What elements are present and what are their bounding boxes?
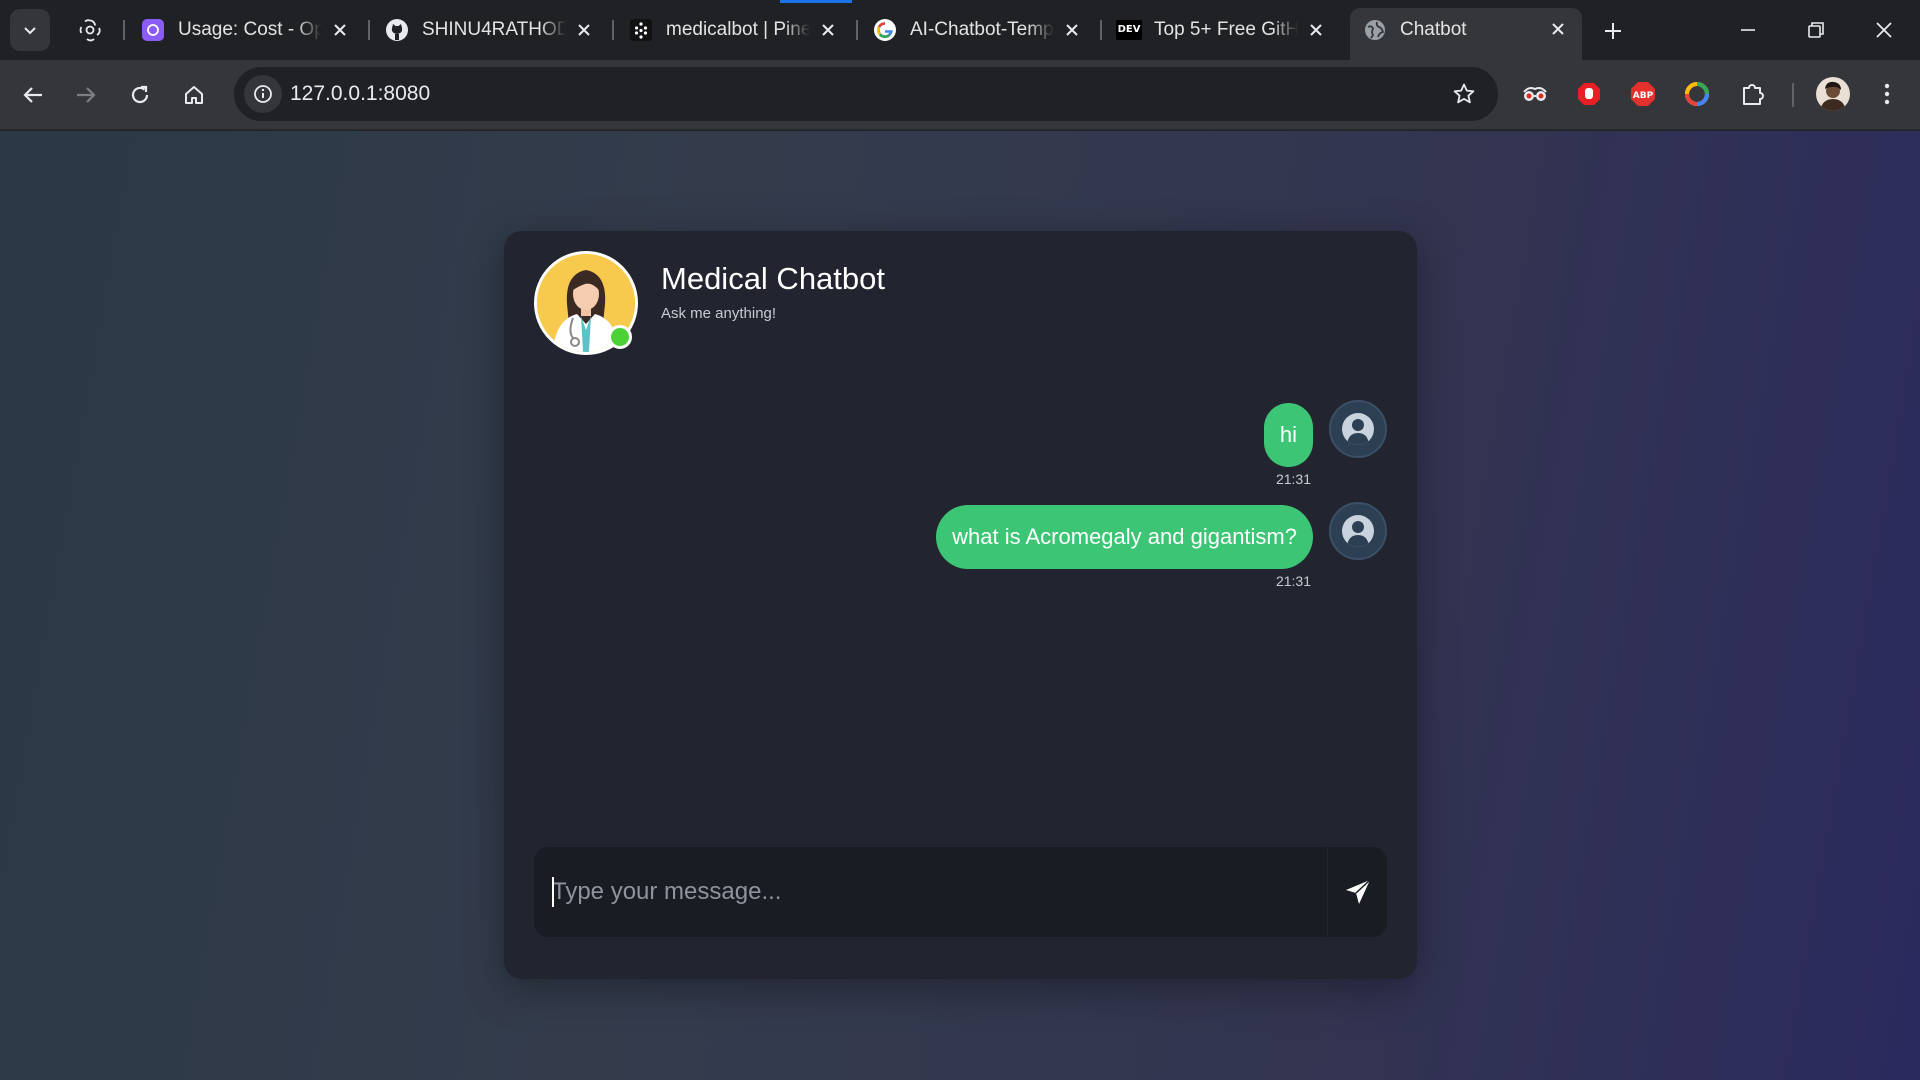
color-ring-extension-icon[interactable] — [1680, 77, 1714, 111]
restore-button[interactable] — [1788, 8, 1844, 52]
close-window-button[interactable] — [1856, 8, 1912, 52]
openai-icon — [142, 19, 164, 41]
minimize-icon — [1741, 29, 1755, 31]
send-button[interactable] — [1327, 847, 1387, 937]
home-icon — [185, 86, 203, 104]
tab-strip: Usage: Cost - OpenAI SHINU4RATHOD/ medic… — [0, 0, 1920, 60]
bot-avatar — [534, 251, 638, 355]
site-info-button[interactable] — [244, 75, 282, 113]
tab-separator — [856, 20, 858, 40]
chevron-down-icon — [24, 27, 36, 35]
minimize-button[interactable] — [1720, 8, 1776, 52]
plus-icon — [1605, 23, 1621, 39]
close-icon[interactable] — [574, 20, 594, 40]
close-icon[interactable] — [1306, 20, 1326, 40]
google-icon — [874, 19, 896, 41]
tab-separator — [1100, 20, 1102, 40]
page-viewport: Medical Chatbot Ask me anything! hi 21:3… — [0, 131, 1920, 1080]
message-bubble: what is Acromegaly and gigantism? — [936, 505, 1313, 569]
user-icon — [1347, 419, 1369, 445]
github-icon — [386, 19, 408, 41]
tab-ai-chatbot-template[interactable]: AI-Chatbot-Template — [860, 10, 1096, 50]
tab-dev-to[interactable]: DEV Top 5+ Free GitHub — [1104, 10, 1340, 50]
globe-icon — [1364, 19, 1386, 41]
message-timestamp: 21:31 — [1275, 471, 1311, 487]
tab-loading-indicator — [780, 0, 852, 3]
user-icon — [1347, 521, 1369, 547]
send-icon — [1345, 879, 1371, 904]
glasses-extension-icon[interactable] — [1518, 77, 1552, 111]
star-icon — [1453, 83, 1475, 104]
pinned-tab-chatgpt[interactable] — [68, 12, 112, 48]
openai-icon — [79, 19, 101, 42]
new-tab-button[interactable] — [1596, 14, 1630, 48]
chat-title: Medical Chatbot — [661, 261, 886, 296]
user-message: what is Acromegaly and gigantism? — [936, 502, 1387, 569]
message-composer — [534, 847, 1387, 937]
bookmark-button[interactable] — [1450, 80, 1478, 108]
user-message: hi — [1263, 400, 1387, 467]
browser-toolbar: 127.0.0.1:8080 ABP — [0, 60, 1920, 130]
tab-separator — [612, 20, 614, 40]
close-icon[interactable] — [818, 20, 838, 40]
chat-subtitle: Ask me anything! — [661, 305, 777, 322]
chat-window: Medical Chatbot Ask me anything! hi 21:3… — [504, 231, 1417, 979]
address-bar[interactable]: 127.0.0.1:8080 — [234, 67, 1498, 121]
dev-favicon-text: DEV — [1115, 20, 1143, 40]
close-icon[interactable] — [1062, 20, 1082, 40]
user-avatar — [1329, 502, 1387, 560]
forward-button[interactable] — [67, 76, 105, 114]
url-text[interactable]: 127.0.0.1:8080 — [290, 82, 430, 106]
close-icon[interactable] — [1548, 19, 1568, 39]
pinecone-icon — [630, 19, 652, 41]
message-timestamp: 21:31 — [1275, 573, 1311, 589]
tab-github[interactable]: SHINU4RATHOD/ — [372, 10, 608, 50]
reload-icon — [131, 85, 149, 104]
tab-usage-cost[interactable]: Usage: Cost - OpenAI — [128, 10, 364, 50]
restore-icon — [1808, 22, 1824, 38]
stop-hand-extension-icon[interactable] — [1572, 77, 1606, 111]
message-input[interactable] — [534, 847, 1324, 937]
tab-title: SHINU4RATHOD/ — [422, 19, 566, 40]
close-icon[interactable] — [330, 20, 350, 40]
user-avatar — [1329, 400, 1387, 458]
message-bubble: hi — [1263, 403, 1313, 467]
arrow-right-icon — [77, 87, 96, 103]
tab-pinecone[interactable]: medicalbot | Pinecone — [616, 10, 852, 50]
browser-menu-button[interactable] — [1870, 77, 1904, 111]
abp-label: ABP — [1633, 91, 1654, 101]
puzzle-extensions-icon[interactable] — [1736, 77, 1770, 111]
reload-button[interactable] — [121, 76, 159, 114]
online-status-indicator — [608, 325, 632, 349]
info-icon — [254, 85, 272, 103]
back-button[interactable] — [14, 76, 52, 114]
profile-photo-icon — [1816, 77, 1850, 111]
tab-chatbot[interactable]: Chatbot — [1350, 8, 1582, 60]
tab-title: Chatbot — [1400, 19, 1467, 40]
toolbar-separator — [1792, 83, 1794, 107]
close-icon — [1876, 22, 1892, 38]
text-cursor — [552, 877, 554, 907]
tab-separator — [123, 20, 125, 40]
more-vertical-icon — [1884, 83, 1890, 105]
adblock-plus-icon[interactable]: ABP — [1626, 77, 1660, 111]
tab-search-button[interactable] — [10, 9, 50, 51]
tab-title: Top 5+ Free GitHub — [1154, 19, 1298, 40]
profile-avatar[interactable] — [1816, 77, 1850, 111]
home-button[interactable] — [175, 76, 213, 114]
tab-title: Usage: Cost - OpenAI — [178, 19, 322, 40]
tab-title: AI-Chatbot-Template — [910, 19, 1054, 40]
tab-separator — [368, 20, 370, 40]
dev-icon: DEV — [1115, 19, 1143, 41]
arrow-left-icon — [23, 87, 42, 103]
tab-title: medicalbot | Pinecone — [666, 19, 810, 40]
